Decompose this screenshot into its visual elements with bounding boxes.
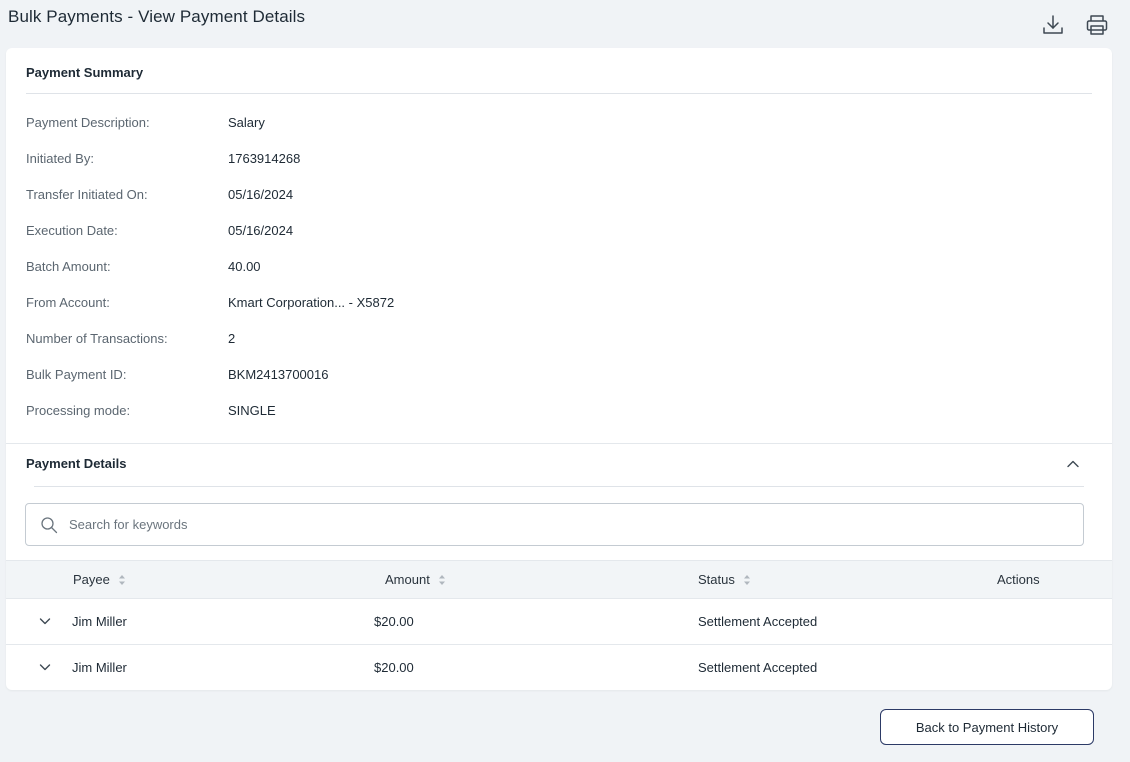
back-to-payment-history-button[interactable]: Back to Payment History	[880, 709, 1094, 745]
column-header-payee[interactable]: Payee	[73, 561, 126, 598]
sort-icon	[438, 574, 445, 585]
chevron-down-icon	[39, 618, 51, 625]
summary-label: Payment Description:	[26, 114, 150, 130]
summary-value: Salary	[228, 114, 265, 130]
summary-row-payment-description: Payment Description: Salary	[26, 104, 394, 140]
search-icon	[41, 516, 58, 533]
summary-value: 1763914268	[228, 150, 301, 166]
payment-details-card: Payment Summary Payment Description: Sal…	[6, 48, 1112, 690]
summary-row-execution-date: Execution Date: 05/16/2024	[26, 212, 394, 248]
sort-icon	[743, 574, 750, 585]
payment-summary-title: Payment Summary	[26, 65, 144, 80]
summary-label: Processing mode:	[26, 402, 131, 418]
summary-row-initiated-by: Initiated By: 1763914268	[26, 140, 394, 176]
summary-label: Bulk Payment ID:	[26, 366, 127, 382]
summary-value: 05/16/2024	[228, 222, 294, 238]
summary-value: SINGLE	[228, 402, 276, 418]
summary-value: 40.00	[228, 258, 261, 274]
print-icon	[1086, 15, 1108, 35]
chevron-down-icon	[39, 664, 51, 671]
column-header-label: Payee	[73, 572, 110, 587]
summary-label: Number of Transactions:	[26, 330, 168, 346]
table-header: Payee Amount Status Actions	[6, 560, 1112, 599]
download-button[interactable]	[1040, 12, 1066, 38]
column-header-status[interactable]: Status	[698, 561, 751, 598]
table-row: Jim Miller $20.00 Settlement Accepted	[6, 644, 1112, 690]
payment-details-title: Payment Details	[26, 456, 127, 471]
sort-icon	[118, 574, 125, 585]
expand-row-button[interactable]	[37, 644, 53, 690]
summary-value: 05/16/2024	[228, 186, 294, 202]
status-cell: Settlement Accepted	[698, 613, 818, 629]
column-header-amount[interactable]: Amount	[385, 561, 446, 598]
summary-label: Execution Date:	[26, 222, 118, 238]
column-header-actions: Actions	[997, 561, 1040, 598]
search-input[interactable]	[67, 516, 1083, 533]
amount-cell: $20.00	[374, 659, 414, 675]
amount-cell: $20.00	[374, 613, 414, 629]
summary-row-batch-amount: Batch Amount: 40.00	[26, 248, 394, 284]
status-cell: Settlement Accepted	[698, 659, 818, 675]
summary-row-from-account: From Account: Kmart Corporation... - X58…	[26, 284, 394, 320]
expand-row-button[interactable]	[37, 598, 53, 644]
summary-label: Initiated By:	[26, 150, 94, 166]
summary-row-processing-mode: Processing mode: SINGLE	[26, 392, 394, 428]
payee-cell: Jim Miller	[72, 659, 127, 675]
section-divider	[6, 443, 1112, 444]
summary-label: Batch Amount:	[26, 258, 111, 274]
page-title: Bulk Payments - View Payment Details	[8, 7, 306, 26]
column-header-label: Amount	[385, 572, 430, 587]
search-box[interactable]	[25, 503, 1084, 546]
summary-value: BKM2413700016	[228, 366, 329, 382]
column-header-label: Status	[698, 572, 735, 587]
payee-cell: Jim Miller	[72, 613, 127, 629]
toolbar	[1040, 12, 1110, 38]
summary-value: Kmart Corporation... - X5872	[228, 294, 395, 310]
table-row: Jim Miller $20.00 Settlement Accepted	[6, 598, 1112, 645]
divider	[34, 486, 1084, 487]
summary-row-bulk-payment-id: Bulk Payment ID: BKM2413700016	[26, 356, 394, 392]
summary-label: From Account:	[26, 294, 110, 310]
print-button[interactable]	[1084, 12, 1110, 38]
summary-label: Transfer Initiated On:	[26, 186, 148, 202]
divider	[26, 93, 1092, 94]
chevron-up-icon[interactable]	[1064, 455, 1082, 473]
column-header-label: Actions	[997, 572, 1040, 587]
summary-row-transfer-initiated-on: Transfer Initiated On: 05/16/2024	[26, 176, 394, 212]
summary-value: 2	[228, 330, 236, 346]
payment-summary-list: Payment Description: Salary Initiated By…	[26, 104, 394, 428]
download-icon	[1043, 15, 1063, 34]
summary-row-number-of-transactions: Number of Transactions: 2	[26, 320, 394, 356]
